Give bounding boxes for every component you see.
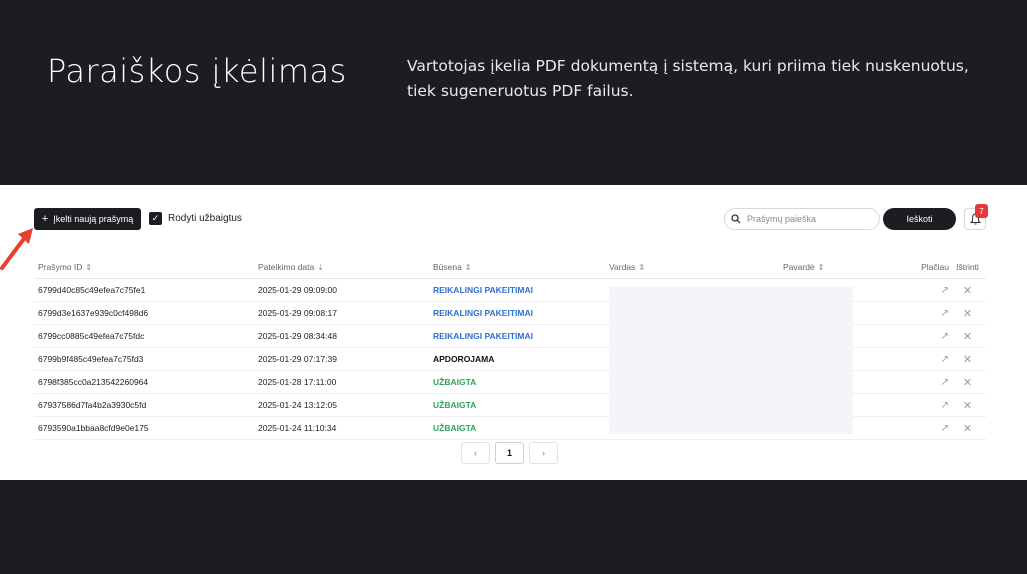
close-icon[interactable]: ✕ <box>949 422 986 435</box>
header-name[interactable]: Vardas ⇕ <box>609 262 783 272</box>
status-label: REIKALINGI PAKEITIMAI <box>433 331 533 341</box>
prev-page-button[interactable]: ‹ <box>461 442 490 464</box>
submission-date: 2025-01-28 17:11:00 <box>258 377 337 387</box>
request-id: 6799cc0885c49efea7c75fdc <box>38 331 145 341</box>
status-label: APDOROJAMA <box>433 354 495 364</box>
request-id: 6798f385cc0a213542260964 <box>38 377 149 387</box>
header-delete: Ištrinti <box>956 262 979 272</box>
check-icon[interactable]: ✓ <box>149 212 162 225</box>
pointer-arrow-icon <box>0 228 33 270</box>
header-id[interactable]: Prašymo ID ⇕ <box>34 262 258 272</box>
status-label: UŽBAIGTA <box>433 400 477 410</box>
close-icon[interactable]: ✕ <box>949 284 986 297</box>
request-id: 6799d40c85c49efea7c75fe1 <box>38 285 146 295</box>
close-icon[interactable]: ✕ <box>949 399 986 412</box>
sort-icon: ⇣ <box>317 263 324 272</box>
status-label: REIKALINGI PAKEITIMAI <box>433 308 533 318</box>
close-icon[interactable]: ✕ <box>949 330 986 343</box>
sort-icon: ⇕ <box>464 263 472 272</box>
plus-icon: + <box>41 213 49 225</box>
submission-date: 2025-01-29 07:17:39 <box>258 354 337 364</box>
upload-request-button[interactable]: + Įkelti naują prašymą <box>34 208 141 230</box>
more-arrow-icon[interactable]: ↗ <box>893 285 949 296</box>
header-status[interactable]: Būsena ⇕ <box>433 262 609 272</box>
header-more: Plačiau <box>921 262 949 272</box>
more-arrow-icon[interactable]: ↗ <box>893 423 949 434</box>
next-page-button[interactable]: › <box>529 442 558 464</box>
status-label: UŽBAIGTA <box>433 423 477 433</box>
submission-date: 2025-01-24 13:12:05 <box>258 400 337 410</box>
show-completed-toggle[interactable]: ✓ Rodyti užbaigtus <box>149 212 242 225</box>
search-button[interactable]: Ieškoti <box>883 208 956 230</box>
sort-icon: ⇕ <box>817 263 825 272</box>
more-arrow-icon[interactable]: ↗ <box>893 400 949 411</box>
more-arrow-icon[interactable]: ↗ <box>893 377 949 388</box>
notification-count-badge: 7 <box>975 204 988 218</box>
pagination: ‹ 1 › <box>461 442 558 464</box>
request-id: 6799d3e1637e939c0cf498d6 <box>38 308 149 318</box>
submission-date: 2025-01-29 08:34:48 <box>258 331 337 341</box>
header-date[interactable]: Pateikimo data ⇣ <box>258 262 433 272</box>
request-id: 6793590a1bbaa8cfd9e0e175 <box>38 423 149 433</box>
redacted-personal-data <box>609 287 853 434</box>
close-icon[interactable]: ✕ <box>949 376 986 389</box>
slide-description: Vartotojas įkelia PDF dokumentą į sistem… <box>407 57 969 100</box>
search-input[interactable] <box>745 213 869 225</box>
slide-title: Paraiškos įkėlimas <box>47 52 347 90</box>
submission-date: 2025-01-29 09:09:00 <box>258 285 337 295</box>
more-arrow-icon[interactable]: ↗ <box>893 308 949 319</box>
request-id: 6799b9f485c49efea7c75fd3 <box>38 354 144 364</box>
request-id: 67937586d7fa4b2a3930c5fd <box>38 400 147 410</box>
sort-icon: ⇕ <box>638 263 646 272</box>
search-box[interactable] <box>724 208 880 230</box>
search-icon <box>731 214 741 224</box>
status-label: REIKALINGI PAKEITIMAI <box>433 285 533 295</box>
table-header: Prašymo ID ⇕ Pateikimo data ⇣ Būsena ⇕ Vard… <box>34 256 986 279</box>
sort-icon: ⇕ <box>85 263 93 272</box>
current-page-button[interactable]: 1 <box>495 442 524 464</box>
close-icon[interactable]: ✕ <box>949 307 986 320</box>
submission-date: 2025-01-29 09:08:17 <box>258 308 337 318</box>
more-arrow-icon[interactable]: ↗ <box>893 331 949 342</box>
show-completed-label: Rodyti užbaigtus <box>168 213 242 224</box>
upload-request-label: Įkelti naują prašymą <box>53 214 134 224</box>
header-surname[interactable]: Pavardė ⇕ <box>783 262 893 272</box>
status-label: UŽBAIGTA <box>433 377 477 387</box>
close-icon[interactable]: ✕ <box>949 353 986 366</box>
submission-date: 2025-01-24 11:10:34 <box>258 423 337 433</box>
more-arrow-icon[interactable]: ↗ <box>893 354 949 365</box>
